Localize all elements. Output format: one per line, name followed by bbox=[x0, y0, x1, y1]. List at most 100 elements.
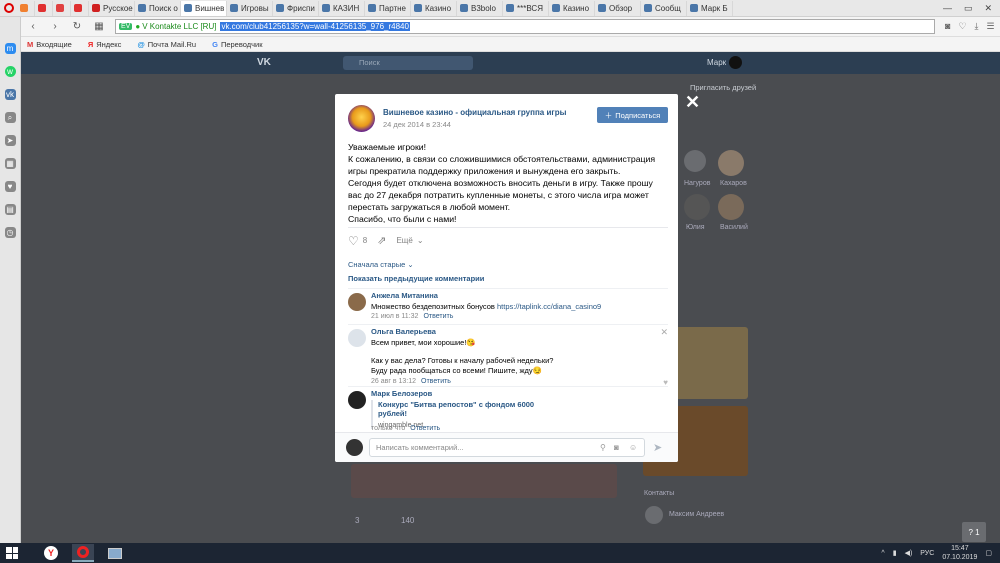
sort-comments-dropdown[interactable]: Сначала старые ⌄ bbox=[348, 260, 414, 269]
browser-tab[interactable]: Игровы bbox=[227, 0, 273, 16]
vk-user-name[interactable]: Марк bbox=[707, 58, 726, 67]
browser-tab[interactable] bbox=[53, 0, 71, 16]
comment-author[interactable]: Ольга Валерьева bbox=[371, 327, 436, 336]
browser-tab[interactable]: Партне bbox=[365, 0, 411, 16]
vk-search-input[interactable]: Поиск bbox=[343, 56, 473, 70]
comment-date[interactable]: только что bbox=[371, 425, 405, 432]
forward-icon[interactable]: › bbox=[49, 21, 61, 32]
close-window-icon[interactable]: ✕ bbox=[984, 3, 992, 14]
browser-tab[interactable]: КАЗИН bbox=[319, 0, 365, 16]
help-button[interactable]: ? 1 bbox=[962, 522, 986, 542]
notifications-icon[interactable]: ▢ bbox=[985, 549, 992, 557]
post-image[interactable] bbox=[351, 464, 617, 498]
subscribe-button[interactable]: ＋ Подписаться bbox=[597, 107, 668, 123]
bookmark-translate[interactable]: G Переводчик bbox=[212, 40, 262, 49]
bookmark-yandex[interactable]: Я Яндекс bbox=[88, 40, 122, 49]
messenger-icon[interactable]: m bbox=[4, 43, 16, 54]
camera-icon[interactable]: ◙ bbox=[614, 443, 619, 452]
group-name[interactable]: Вишневое казино - официальная группа игр… bbox=[383, 108, 566, 117]
invite-friends[interactable]: Пригласить друзей bbox=[690, 83, 756, 92]
browser-tab[interactable] bbox=[71, 0, 89, 16]
opera-menu-icon[interactable] bbox=[4, 3, 14, 13]
search-icon[interactable]: ⌕ bbox=[4, 112, 16, 123]
comment-date[interactable]: 21 июл в 11:32 bbox=[371, 313, 418, 320]
minimize-icon[interactable]: — bbox=[943, 3, 952, 14]
tabs-grid-icon[interactable]: ▦ bbox=[93, 21, 105, 32]
comment-avatar[interactable] bbox=[348, 391, 366, 409]
browser-tab[interactable]: Поиск о bbox=[135, 0, 181, 16]
maximize-icon[interactable]: ▭ bbox=[964, 3, 973, 14]
settings-icon[interactable]: ☰ bbox=[987, 21, 995, 32]
back-icon[interactable]: ‹ bbox=[27, 21, 39, 32]
group-avatar[interactable] bbox=[348, 105, 375, 132]
friend-name[interactable]: Кахаров bbox=[720, 180, 747, 187]
browser-tab[interactable]: Фриспи bbox=[273, 0, 319, 16]
volume-icon[interactable]: ◀) bbox=[905, 549, 913, 557]
bookmark-heart-icon[interactable]: ♡ bbox=[958, 21, 966, 32]
vk-user-avatar[interactable] bbox=[729, 56, 742, 69]
clock[interactable]: 15:47 07.10.2019 bbox=[942, 544, 977, 562]
camera-icon[interactable]: ◙ bbox=[945, 21, 950, 32]
browser-tab[interactable]: B3bolo bbox=[457, 0, 503, 16]
friend-name[interactable]: Юлия bbox=[686, 224, 705, 231]
close-modal-icon[interactable]: ✕ bbox=[685, 92, 700, 113]
photos-taskbar-icon[interactable] bbox=[104, 544, 126, 562]
url-field[interactable]: EV ● V Kontakte LLC [RU] vk.com/club4125… bbox=[115, 19, 935, 34]
yandex-browser-icon[interactable]: Y bbox=[40, 544, 62, 562]
news-icon[interactable]: ▤ bbox=[4, 204, 16, 215]
send-icon[interactable]: ➤ bbox=[653, 441, 662, 454]
browser-tab[interactable]: Русское bbox=[89, 0, 135, 16]
comment-author[interactable]: Марк Белозеров bbox=[371, 389, 432, 398]
browser-tab[interactable]: ***ВСЯ bbox=[503, 0, 549, 16]
reply-link[interactable]: Ответить bbox=[423, 313, 453, 320]
whatsapp-icon[interactable]: w bbox=[4, 66, 16, 77]
comment-date[interactable]: 26 авг в 13:12 bbox=[371, 378, 416, 385]
comment-avatar[interactable] bbox=[348, 293, 366, 311]
browser-tab[interactable]: Казино bbox=[549, 0, 595, 16]
grid-icon[interactable]: ▦ bbox=[4, 158, 16, 169]
comment-avatar[interactable] bbox=[348, 329, 366, 347]
close-icon[interactable]: ✕ bbox=[660, 327, 668, 338]
friend-name[interactable]: Василий bbox=[720, 224, 748, 231]
download-icon[interactable]: ⤓ bbox=[975, 21, 979, 32]
history-icon[interactable]: ◷ bbox=[4, 227, 16, 238]
comment-link[interactable]: https://taplink.cc/diana_casino9 bbox=[497, 302, 601, 311]
send-icon[interactable]: ➤ bbox=[4, 135, 16, 146]
friend-avatar[interactable] bbox=[684, 150, 706, 172]
reply-link[interactable]: Ответить bbox=[410, 425, 440, 432]
show-previous-comments-link[interactable]: Показать предыдущие комментарии bbox=[348, 274, 484, 283]
vk-icon[interactable]: vk bbox=[4, 89, 16, 100]
language-indicator[interactable]: РУС bbox=[920, 550, 934, 557]
windows-start-icon[interactable] bbox=[6, 547, 18, 559]
heart-icon[interactable]: ♥ bbox=[4, 181, 16, 192]
more-button[interactable]: Ещё ⌄ bbox=[396, 236, 423, 245]
bookmark-mailru[interactable]: @ Почта Mail.Ru bbox=[137, 40, 196, 49]
browser-tab[interactable] bbox=[35, 0, 53, 16]
reply-link[interactable]: Ответить bbox=[421, 378, 451, 385]
browser-tab[interactable]: Сообщ bbox=[641, 0, 687, 16]
browser-tab[interactable]: Вишнев bbox=[181, 0, 227, 16]
emoji-smile-icon[interactable]: ☺ bbox=[629, 443, 637, 452]
friend-avatar[interactable] bbox=[718, 150, 744, 176]
friend-avatar[interactable] bbox=[718, 194, 744, 220]
contact-avatar[interactable] bbox=[645, 506, 663, 524]
friend-name[interactable]: Нагуров bbox=[684, 180, 710, 187]
tray-chevron-icon[interactable]: ^ bbox=[881, 550, 884, 557]
browser-tab[interactable] bbox=[17, 0, 35, 16]
snippet-title[interactable]: Конкурс "Битва репостов" с фондом 6000 р… bbox=[378, 400, 551, 418]
post-date[interactable]: 24 дек 2014 в 23:44 bbox=[383, 120, 451, 129]
browser-tab[interactable]: Казино bbox=[411, 0, 457, 16]
browser-tab[interactable]: Марк Б bbox=[687, 0, 733, 16]
ad-image[interactable] bbox=[673, 327, 748, 399]
attach-icon[interactable]: ⚲ bbox=[600, 443, 606, 452]
share-button[interactable]: ⇗ bbox=[377, 234, 386, 247]
browser-tab[interactable]: Обзор bbox=[595, 0, 641, 16]
comment-author[interactable]: Анжела Митанина bbox=[371, 291, 438, 300]
network-icon[interactable]: ▮ bbox=[893, 549, 897, 557]
contact-name[interactable]: Максим Андреев bbox=[669, 511, 724, 518]
reload-icon[interactable]: ↻ bbox=[71, 21, 83, 32]
like-button[interactable]: ♡ 8 bbox=[348, 234, 367, 248]
bookmark-inbox[interactable]: M Входящие bbox=[27, 40, 72, 49]
opera-taskbar-icon[interactable] bbox=[72, 544, 94, 562]
friend-avatar[interactable] bbox=[684, 194, 710, 220]
